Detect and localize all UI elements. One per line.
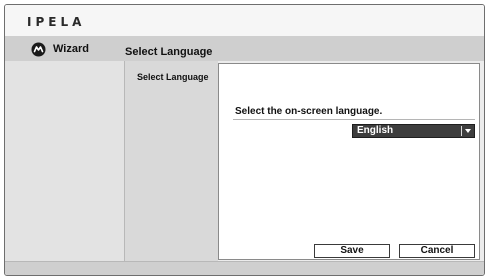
footer-bar	[5, 261, 484, 275]
brand-bar: IPELA	[5, 5, 484, 36]
chevron-down-icon	[465, 129, 471, 133]
app-window: IPELA Wizard Select Language Select Lang…	[4, 4, 485, 276]
step-list	[125, 61, 218, 261]
wizard-link[interactable]: Wizard	[31, 41, 89, 57]
select-divider	[461, 126, 462, 136]
ipela-logo: IPELA	[27, 15, 86, 29]
cancel-button[interactable]: Cancel	[399, 244, 475, 258]
step-item-select-language[interactable]: Select Language	[137, 72, 209, 82]
save-button[interactable]: Save	[314, 244, 390, 258]
language-select-value: English	[357, 125, 394, 136]
wizard-icon	[31, 42, 46, 57]
page-title: Select Language	[125, 46, 213, 58]
left-sidebar	[5, 61, 125, 261]
nav-bar: Wizard Select Language	[5, 36, 484, 61]
content-panel: Select the on-screen language. English S…	[218, 63, 480, 260]
language-select[interactable]: English	[352, 124, 475, 138]
wizard-label: Wizard	[53, 43, 89, 55]
prompt-text: Select the on-screen language.	[235, 106, 383, 117]
divider	[233, 119, 475, 120]
